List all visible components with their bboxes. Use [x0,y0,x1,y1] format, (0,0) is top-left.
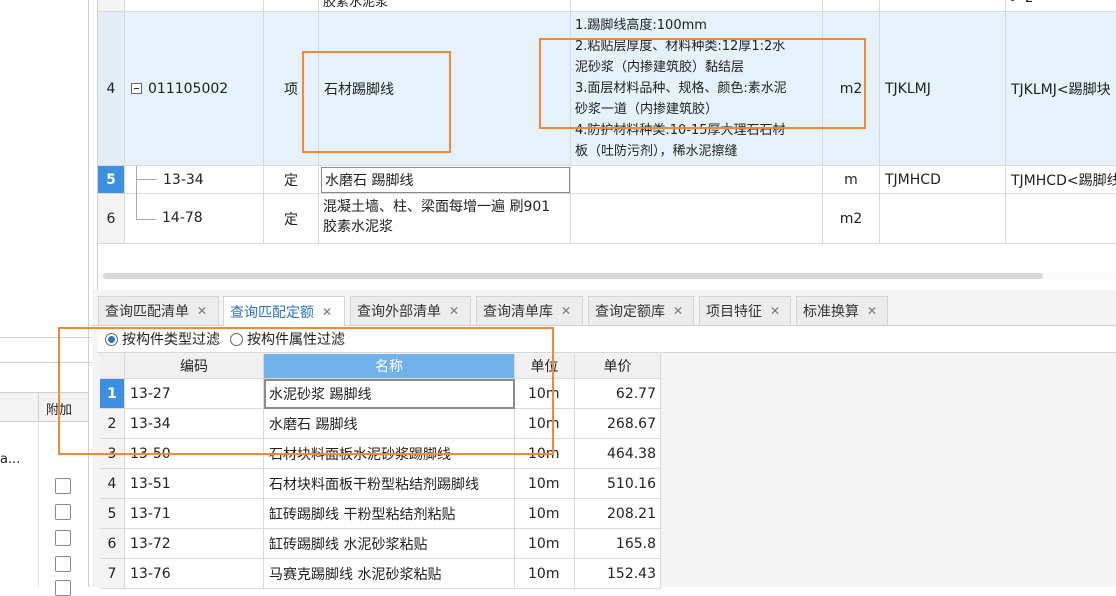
highlight-box-name [302,51,451,153]
quota-row-num: 7 [100,559,125,589]
quota-row-name[interactable]: 缸砖踢脚线 干粉型粘结剂粘贴 [264,499,515,529]
highlight-box-filter [58,327,554,455]
quota-row-name[interactable]: 石材块料面板干粉型粘结剂踢脚线 [264,469,515,499]
row-number: 4 [98,12,125,166]
row-code-cell: 14-78 [125,194,264,244]
quota-row-price: 464.38 [575,439,661,469]
row-code: 011105002 [148,80,229,97]
row-name[interactable]: 混凝土墙、柱、梁面每增一遍 刷901 胶素水泥浆 [319,194,571,244]
top-row-desc: 胶素水泥浆 [319,0,571,12]
quota-row-code[interactable]: 13-72 [125,529,264,559]
attach-checkbox-3[interactable] [55,530,71,546]
tab-query-match-quota[interactable]: 查询匹配定额 ✕ [223,296,345,326]
quota-header-price[interactable]: 单价 [575,354,661,379]
close-icon[interactable]: ✕ [449,304,459,318]
table-row-6[interactable]: 6 14-78 定 混凝土墙、柱、梁面每增一遍 刷901 胶素水泥浆 m2 [98,194,1116,244]
quota-row-unit: 10m [515,469,575,499]
top-row-type [264,0,319,12]
close-icon[interactable]: ✕ [770,304,780,318]
top-row-last: > 2 [1006,0,1116,12]
top-row-code [125,0,264,12]
quota-row-code[interactable]: 13-71 [125,499,264,529]
row-unit: m [823,166,880,194]
quota-row-num: 6 [100,529,125,559]
row-expression-desc[interactable]: TJMHCD<踢脚线 [1006,166,1116,194]
top-row-num [98,0,125,12]
quota-row-price: 165.8 [575,529,661,559]
horizontal-scrollbar[interactable] [98,272,1116,280]
row-code-cell: 011105002 [125,12,264,166]
quota-row-unit: 10m [515,529,575,559]
close-icon[interactable]: ✕ [197,304,207,318]
row-code: 14-78 [162,210,203,226]
tab-query-match-list[interactable]: 查询匹配清单 ✕ [98,296,219,325]
attach-checkbox-2[interactable] [55,504,71,520]
quota-row-price: 152.43 [575,559,661,589]
row-type: 定 [264,194,319,244]
row-code: 13-34 [163,171,204,188]
quota-row-name[interactable]: 缸砖踢脚线 水泥砂浆粘贴 [264,529,515,559]
row-expression-desc[interactable]: TJKLMJ<踢脚块 [1006,12,1116,166]
close-icon[interactable]: ✕ [673,304,683,318]
quota-row-name[interactable]: 马赛克踢脚线 水泥砂浆粘贴 [264,559,515,589]
attach-checkbox-4[interactable] [55,556,71,572]
row-number: 5 [98,166,125,194]
row-unit: m2 [823,194,880,244]
left-panel-row-text: a... [0,452,21,467]
tab-query-list-library[interactable]: 查询清单库 ✕ [476,296,583,325]
tab-item-features[interactable]: 项目特征 ✕ [699,296,791,325]
highlight-box-features [539,38,866,129]
attach-checkbox-5[interactable] [55,580,71,596]
close-icon[interactable]: ✕ [867,304,877,318]
quota-row-price: 62.77 [575,379,661,409]
row-number: 6 [98,194,125,244]
quota-row-code[interactable]: 13-76 [125,559,264,589]
row-expression[interactable]: TJMHCD [880,166,1006,194]
row-type: 定 [264,166,319,194]
collapse-icon[interactable] [131,83,142,94]
quota-row-price: 268.67 [575,409,661,439]
quota-row-unit: 10m [515,499,575,529]
tab-query-quota-library[interactable]: 查询定额库 ✕ [588,296,694,325]
tab-query-external-list[interactable]: 查询外部清单 ✕ [350,296,471,325]
quota-row-num: 4 [100,469,125,499]
row-name-edit[interactable]: 水磨石 踢脚线 [319,166,571,194]
row-code-cell: 13-34 [125,165,264,194]
tab-standard-conversion[interactable]: 标准换算 ✕ [796,296,888,325]
left-panel: 附加 a... [0,0,92,596]
quota-row-num: 5 [100,499,125,529]
table-row-5[interactable]: 5 13-34 定 水磨石 踢脚线 m TJMHCD TJMHCD<踢脚线 [98,165,1116,194]
quota-row-price: 510.16 [575,469,661,499]
quota-row-code[interactable]: 13-51 [125,469,264,499]
quota-row-unit: 10m [515,559,575,589]
close-icon[interactable]: ✕ [561,304,571,318]
quota-row-price: 208.21 [575,499,661,529]
attach-checkbox-1[interactable] [55,478,71,494]
close-icon[interactable]: ✕ [322,305,332,319]
row-expression[interactable]: TJKLMJ [880,12,1006,166]
scrollbar-thumb[interactable] [103,273,1043,279]
